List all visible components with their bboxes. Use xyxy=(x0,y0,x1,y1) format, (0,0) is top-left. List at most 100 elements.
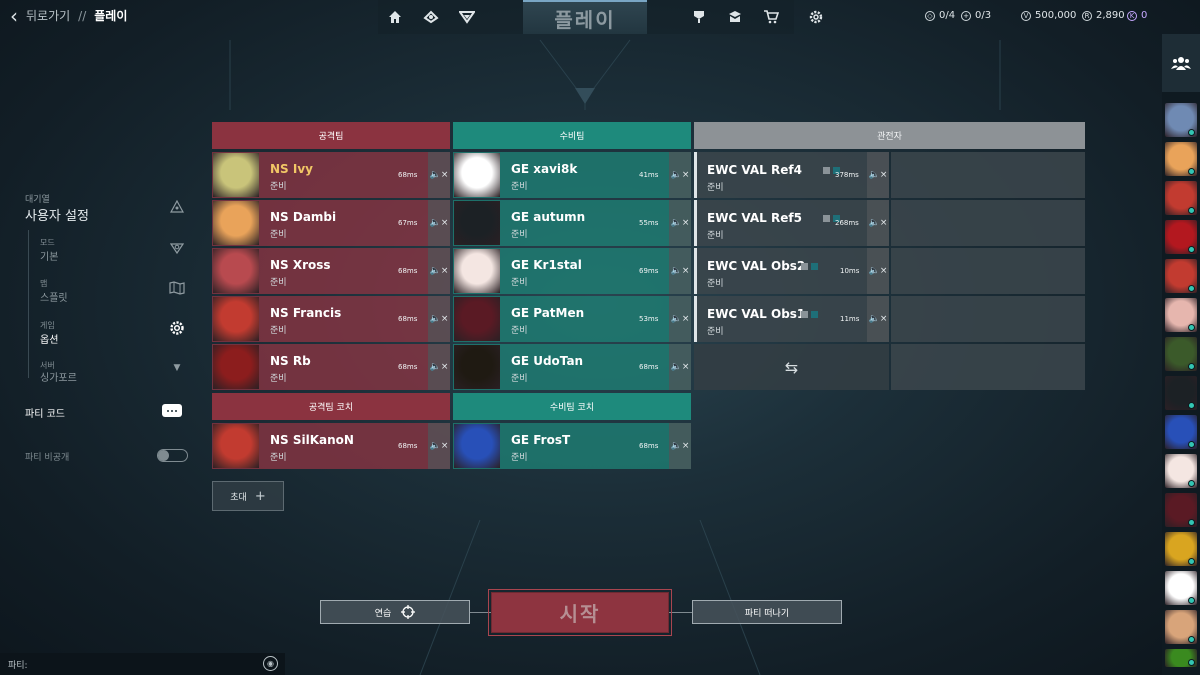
radianite-icon: R xyxy=(1082,10,1092,21)
friend-avatar[interactable] xyxy=(1165,142,1197,176)
practice-label: 연습 xyxy=(374,608,392,619)
mute-button[interactable]: 🔈× xyxy=(669,296,691,342)
observer-checkbox[interactable] xyxy=(801,311,808,318)
friend-avatar[interactable] xyxy=(1165,532,1197,566)
start-button[interactable]: 시작 xyxy=(488,589,672,636)
player-status: 준비 xyxy=(270,453,287,463)
mute-button[interactable]: 🔈× xyxy=(669,344,691,390)
mute-button[interactable]: 🔈× xyxy=(669,248,691,294)
friend-avatar[interactable] xyxy=(1165,415,1197,449)
mute-button[interactable]: 🔈× xyxy=(669,423,691,469)
spectator-name: EWC VAL Obs2 xyxy=(707,259,806,273)
mute-button[interactable]: 🔈× xyxy=(867,152,889,198)
friend-avatar[interactable] xyxy=(1165,220,1197,254)
player-row[interactable]: GE FrosT 준비 68ms 🔈× xyxy=(453,423,691,469)
daily-counter[interactable]: + 0/3 xyxy=(961,10,991,21)
online-status-dot xyxy=(1188,324,1195,331)
queue-title: 사용자 설정 xyxy=(25,209,89,224)
player-row[interactable]: GE xavi8k 준비 41ms 🔈× xyxy=(453,152,691,198)
tab-play[interactable]: 플레이 xyxy=(523,0,647,34)
invite-button[interactable]: 초대 + xyxy=(212,481,284,511)
friend-avatar[interactable] xyxy=(1165,298,1197,332)
mute-button[interactable]: 🔈× xyxy=(669,152,691,198)
player-name: NS Xross xyxy=(270,258,331,272)
observer-status-square xyxy=(811,263,818,270)
swap-team-slot[interactable]: ⇆ xyxy=(694,344,889,390)
player-row[interactable]: NS Ivy 준비 68ms 🔈× xyxy=(212,152,450,198)
custom-game-icon xyxy=(169,199,185,215)
mute-button[interactable]: 🔈× xyxy=(867,248,889,294)
player-row[interactable]: GE PatMen 준비 53ms 🔈× xyxy=(453,296,691,342)
mute-button[interactable]: 🔈× xyxy=(428,423,450,469)
friend-avatar[interactable] xyxy=(1165,337,1197,371)
mute-button[interactable]: 🔈× xyxy=(867,296,889,342)
spectator-row[interactable]: EWC VAL Obs2 준비 10ms 🔈× xyxy=(694,248,889,294)
player-row[interactable]: GE autumn 준비 55ms 🔈× xyxy=(453,200,691,246)
observer-checkbox[interactable] xyxy=(823,167,830,174)
radianite-counter[interactable]: R 2,890 xyxy=(1082,10,1125,21)
setting-game-label: 게임 xyxy=(40,321,55,330)
attackers-coach-header: 공격팀 코치 xyxy=(212,393,450,420)
friends-icon xyxy=(1171,57,1191,70)
player-row[interactable]: GE UdoTan 준비 68ms 🔈× xyxy=(453,344,691,390)
player-status: 준비 xyxy=(511,182,528,192)
party-chat-bar[interactable]: 파티: ◉ xyxy=(0,653,285,675)
chat-send-icon[interactable]: ◉ xyxy=(263,656,278,671)
friend-avatar[interactable] xyxy=(1165,103,1197,137)
home-icon[interactable] xyxy=(386,8,404,26)
player-row[interactable]: NS SilKanoN 준비 68ms 🔈× xyxy=(212,423,450,469)
agents-icon[interactable] xyxy=(690,8,708,26)
mute-button[interactable]: 🔈× xyxy=(428,152,450,198)
spectator-row[interactable]: EWC VAL Obs1 준비 11ms 🔈× xyxy=(694,296,889,342)
kingdom-credits-counter[interactable]: K 0 xyxy=(1127,10,1147,21)
settings-icon[interactable] xyxy=(807,8,825,26)
friend-avatar[interactable] xyxy=(1165,181,1197,215)
observer-checkbox[interactable] xyxy=(801,263,808,270)
back-button[interactable]: ‹ 뒤로가기 // 플레이 xyxy=(10,6,127,26)
spectator-slot-extra xyxy=(891,344,1085,390)
mission-icon: ◇ xyxy=(925,10,935,21)
social-button[interactable] xyxy=(1162,34,1200,92)
gear-icon xyxy=(169,320,185,336)
store-icon[interactable] xyxy=(762,8,780,26)
mute-button[interactable]: 🔈× xyxy=(669,200,691,246)
friend-avatar[interactable] xyxy=(1165,649,1197,667)
player-row[interactable]: NS Xross 준비 68ms 🔈× xyxy=(212,248,450,294)
friend-avatar[interactable] xyxy=(1165,610,1197,644)
spectator-row[interactable]: EWC VAL Ref5 준비 268ms 🔈× xyxy=(694,200,889,246)
player-row[interactable]: NS Dambi 준비 67ms 🔈× xyxy=(212,200,450,246)
friend-avatar[interactable] xyxy=(1165,259,1197,293)
practice-button[interactable]: 연습 xyxy=(320,600,470,624)
mute-button[interactable]: 🔈× xyxy=(428,344,450,390)
mute-button[interactable]: 🔈× xyxy=(428,200,450,246)
player-row[interactable]: NS Francis 준비 68ms 🔈× xyxy=(212,296,450,342)
friend-avatar[interactable] xyxy=(1165,493,1197,527)
setting-mode-value: 기본 xyxy=(40,252,59,263)
friend-avatar[interactable] xyxy=(1165,376,1197,410)
observer-checkbox[interactable] xyxy=(823,215,830,222)
player-ping: 55ms xyxy=(639,219,659,227)
party-private-label: 파티 비공개 xyxy=(25,453,70,463)
player-name: GE PatMen xyxy=(511,306,585,320)
friend-avatar[interactable] xyxy=(1165,571,1197,605)
spectator-row[interactable]: EWC VAL Ref4 준비 378ms 🔈× xyxy=(694,152,889,198)
missions-counter[interactable]: ◇ 0/4 xyxy=(925,10,955,21)
leave-party-button[interactable]: 파티 떠나기 xyxy=(692,600,842,624)
player-name: GE FrosT xyxy=(511,433,571,447)
vp-counter[interactable]: V 500,000 xyxy=(1021,10,1076,21)
spectator-slot-extra xyxy=(891,200,1085,246)
mute-button[interactable]: 🔈× xyxy=(428,248,450,294)
friend-avatar[interactable] xyxy=(1165,454,1197,488)
player-avatar xyxy=(454,345,500,389)
collection-icon[interactable] xyxy=(726,8,744,26)
mute-button[interactable]: 🔈× xyxy=(867,200,889,246)
player-row[interactable]: GE Kr1stal 준비 69ms 🔈× xyxy=(453,248,691,294)
player-row[interactable]: NS Rb 준비 68ms 🔈× xyxy=(212,344,450,390)
player-name: NS Dambi xyxy=(270,210,337,224)
career-icon[interactable] xyxy=(422,8,440,26)
party-private-toggle[interactable] xyxy=(157,449,188,462)
mute-button[interactable]: 🔈× xyxy=(428,296,450,342)
party-chat-label: 파티: xyxy=(8,661,28,671)
battlepass-icon[interactable] xyxy=(458,8,476,26)
party-code-button[interactable] xyxy=(162,404,182,417)
